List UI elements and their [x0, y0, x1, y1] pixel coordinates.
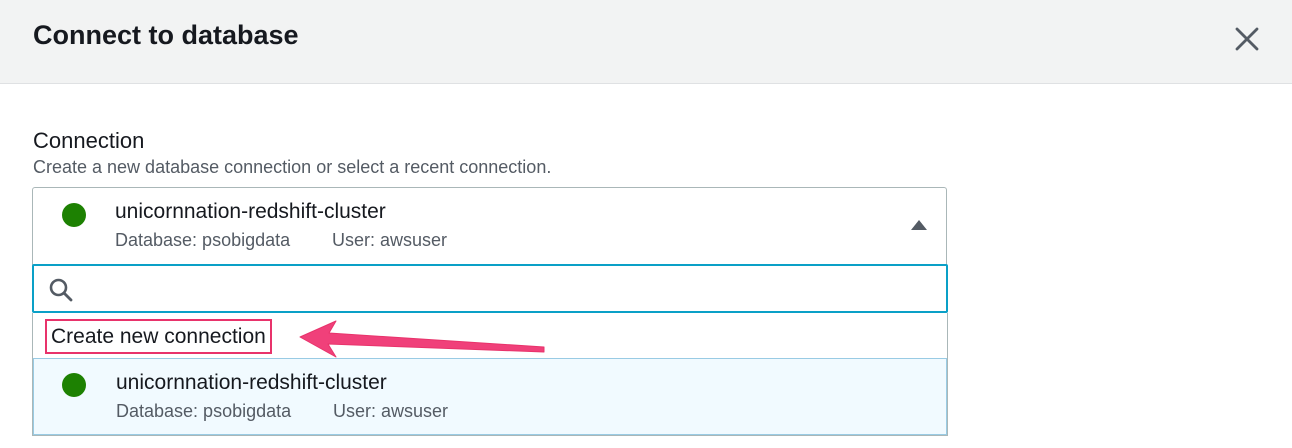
connection-option[interactable]: unicornnation-redshift-cluster Database:… [33, 358, 947, 435]
annotation-arrow-icon [299, 320, 545, 358]
create-new-connection-label: Create new connection [45, 319, 272, 354]
connection-option-name: unicornnation-redshift-cluster [116, 371, 387, 394]
close-icon [1235, 27, 1259, 51]
status-dot-icon [62, 203, 86, 227]
connection-select[interactable]: unicornnation-redshift-cluster Database:… [32, 187, 947, 265]
search-icon [49, 278, 73, 302]
modal-title: Connect to database [33, 20, 299, 50]
caret-up-icon[interactable] [911, 220, 927, 230]
selected-connection-user: User: awsuser [332, 230, 448, 250]
status-dot-icon [62, 373, 86, 397]
selected-connection-name: unicornnation-redshift-cluster [115, 200, 386, 223]
search-field[interactable] [32, 264, 948, 313]
search-input[interactable] [84, 274, 928, 306]
connection-label: Connection [33, 128, 145, 153]
connection-option-user: User: awsuser [333, 401, 449, 421]
selected-connection-database: Database: psobigdata [115, 230, 291, 250]
connection-description: Create a new database connection or sele… [33, 157, 552, 177]
close-button[interactable] [1230, 22, 1264, 56]
modal-header: Connect to database [0, 0, 1292, 84]
connection-option-database: Database: psobigdata [116, 401, 292, 421]
